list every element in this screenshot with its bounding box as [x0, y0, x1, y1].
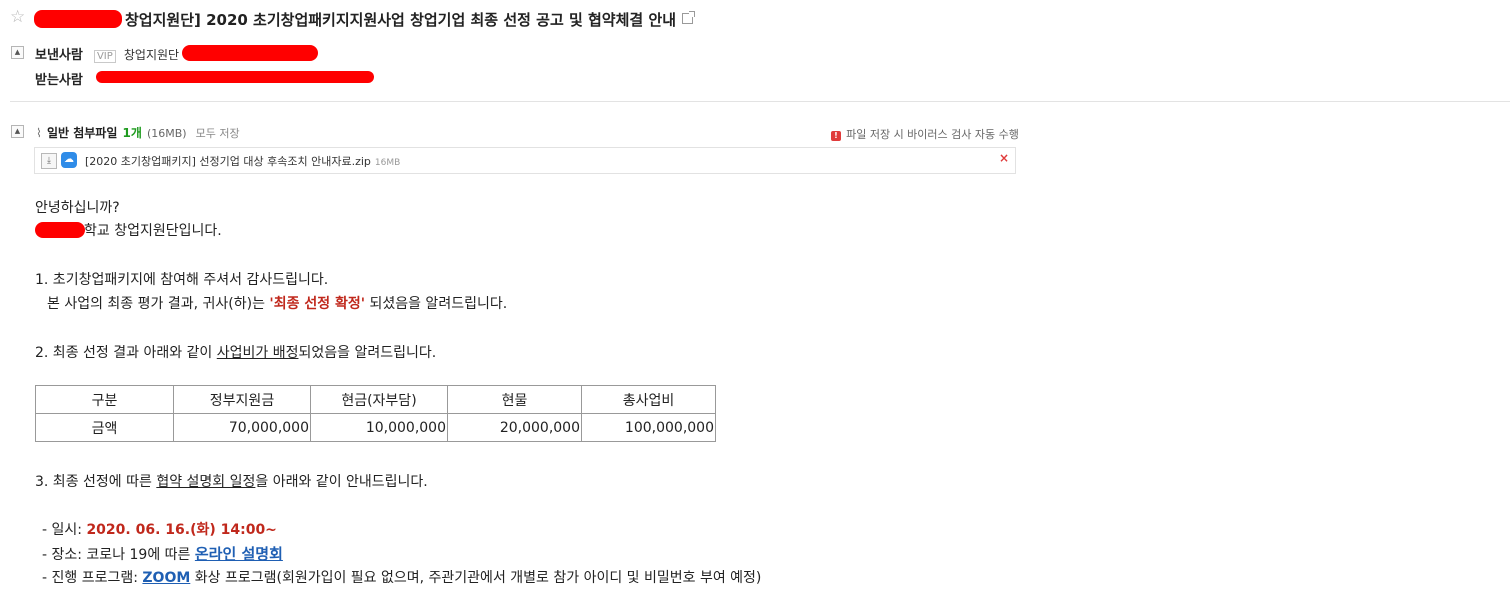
online-briefing-link[interactable]: 온라인 설명회 — [195, 545, 283, 563]
paragraph-1-line-1: 1. 초기창업패키지에 참여해 주셔서 감사드립니다. — [35, 272, 329, 288]
mail-subject-text: 창업지원단] 2020 초기창업패키지지원사업 창업기업 최종 선정 공고 및 … — [125, 11, 677, 29]
collapse-attachments-toggle-icon[interactable]: ▲ — [11, 125, 24, 138]
mail-subject: 창업지원단] 2020 초기창업패키지지원사업 창업기업 최종 선정 공고 및 … — [125, 9, 696, 30]
attachment-file-name[interactable]: [2020 초기창업패키지] 선정기업 대상 후속조치 안내자료.zip 16MB — [85, 153, 400, 169]
budget-table-header-row: 구분 정부지원금 현금(자부담) 현물 총사업비 — [35, 385, 716, 414]
attachment-count: 1개 — [122, 126, 142, 140]
redacted-school-name — [35, 222, 85, 238]
favorite-star-icon[interactable]: ☆ — [10, 9, 25, 26]
open-new-window-icon[interactable] — [682, 11, 696, 24]
budget-total-value: 100,000,000 — [581, 413, 716, 442]
sender-name[interactable]: 창업지원단 — [124, 48, 179, 62]
paragraph-3: 3. 최종 선정에 따른 협약 설명회 일정을 아래와 같이 안내드립니다. — [35, 471, 428, 491]
schedule-date-label: - 일시: — [42, 522, 87, 538]
selection-confirmed-text: '최종 선정 확정' — [269, 296, 366, 312]
warning-icon: ! — [831, 131, 841, 141]
budget-header-in-kind: 현물 — [447, 385, 582, 414]
budget-allocated-text: 사업비가 배정 — [216, 345, 299, 361]
budget-table: 구분 정부지원금 현금(자부담) 현물 총사업비 금액 70,000,000 1… — [35, 385, 716, 442]
zoom-link[interactable]: ZOOM — [142, 570, 190, 586]
budget-in-kind-value: 20,000,000 — [447, 413, 582, 442]
budget-notice-post: 되었음을 알려드립니다. — [298, 345, 437, 361]
selection-result-post: 되셨음을 알려드립니다. — [365, 296, 508, 312]
attachment-file-name-text: [2020 초기창업패키지] 선정기업 대상 후속조치 안내자료.zip — [85, 155, 371, 168]
redacted-receiver-address — [96, 71, 374, 83]
sender-row: 보낸사람 VIP 창업지원단 — [35, 44, 179, 63]
attachment-title: 일반 첨부파일 — [46, 126, 118, 140]
schedule-date-value: 2020. 06. 16.(화) 14:00~ — [86, 522, 277, 538]
download-icon[interactable]: ⤓ — [41, 153, 57, 169]
schedule-place-label: - 장소: 코로나 19에 따른 — [42, 547, 195, 563]
remove-attachment-icon[interactable]: × — [999, 151, 1009, 165]
budget-notice-pre: 2. 최종 선정 결과 아래와 같이 — [35, 345, 217, 361]
virus-scan-notice-text: 파일 저장 시 바이러스 검사 자동 수행 — [846, 128, 1019, 141]
briefing-notice-pre: 3. 최종 선정에 따른 — [35, 474, 157, 490]
save-all-link[interactable]: 모두 저장 — [196, 127, 240, 140]
schedule-program-detail: 화상 프로그램(회원가입이 필요 없으며, 주관기관에서 개별로 참가 아이디 … — [190, 570, 762, 586]
collapse-header-toggle-icon[interactable]: ▲ — [11, 46, 24, 59]
briefing-schedule-text: 협약 설명회 일정 — [156, 474, 256, 490]
budget-cash-value: 10,000,000 — [310, 413, 448, 442]
header-divider — [10, 101, 1510, 102]
budget-row-label: 금액 — [35, 413, 174, 442]
paragraph-2: 2. 최종 선정 결과 아래와 같이 사업비가 배정되었음을 알려드립니다. — [35, 342, 436, 362]
attachment-header: ⌇ 일반 첨부파일 1개 (16MB) 모두 저장 — [36, 122, 240, 141]
receiver-label: 받는사람 — [35, 73, 83, 88]
attachment-file-size: 16MB — [374, 158, 401, 168]
greeting: 안녕하십니까? — [35, 200, 120, 216]
paperclip-icon: ⌇ — [36, 126, 42, 140]
vip-badge: VIP — [93, 50, 116, 63]
budget-header-cash: 현금(자부담) — [310, 385, 448, 414]
schedule-date: - 일시: 2020. 06. 16.(화) 14:00~ — [42, 519, 277, 539]
schedule-place: - 장소: 코로나 19에 따른 온라인 설명회 — [42, 543, 283, 564]
cloud-save-icon[interactable]: ☁ — [61, 152, 77, 168]
virus-scan-notice: ! 파일 저장 시 바이러스 검사 자동 수행 — [831, 123, 1019, 142]
redacted-sender-address — [182, 45, 318, 61]
budget-header-category: 구분 — [35, 385, 174, 414]
selection-result-pre: 본 사업의 최종 평가 결과, 귀사(하)는 — [47, 296, 270, 312]
budget-header-total: 총사업비 — [581, 385, 716, 414]
redacted-subject-prefix — [34, 10, 122, 28]
sender-label: 보낸사람 — [35, 48, 83, 63]
schedule-program-label: - 진행 프로그램: — [42, 570, 143, 586]
budget-table-row: 금액 70,000,000 10,000,000 20,000,000 100,… — [35, 413, 716, 442]
attachment-file-item: ⤓ ☁ [2020 초기창업패키지] 선정기업 대상 후속조치 안내자료.zip… — [34, 147, 1016, 174]
briefing-notice-post: 을 아래와 같이 안내드립니다. — [255, 474, 428, 490]
org-intro: 학교 창업지원단입니다. — [84, 223, 222, 239]
attachment-total-size: (16MB) — [146, 127, 187, 140]
budget-header-gov-subsidy: 정부지원금 — [173, 385, 311, 414]
budget-gov-subsidy-value: 70,000,000 — [173, 413, 311, 442]
paragraph-1-line-2: 본 사업의 최종 평가 결과, 귀사(하)는 '최종 선정 확정' 되셨음을 알… — [47, 293, 507, 313]
schedule-program: - 진행 프로그램: ZOOM 화상 프로그램(회원가입이 필요 없으며, 주관… — [42, 567, 761, 587]
